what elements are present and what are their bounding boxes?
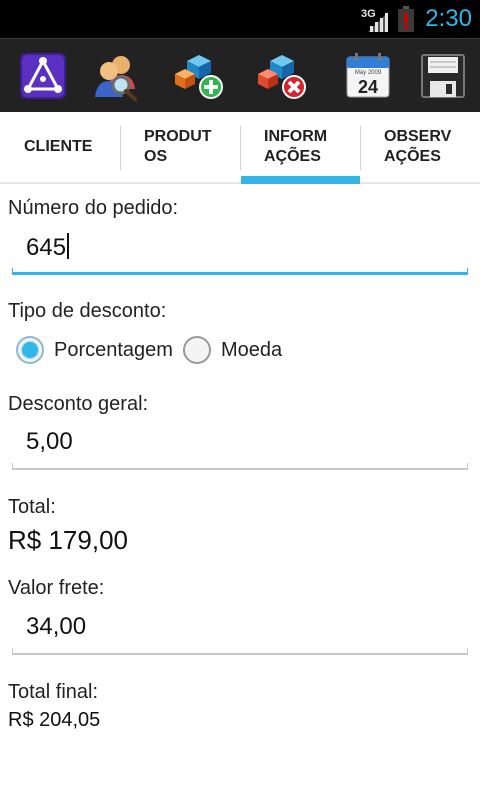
- input-underline: [12, 648, 468, 655]
- order-number-label: Número do pedido:: [8, 197, 179, 219]
- discount-type-label: Tipo de desconto:: [8, 300, 167, 322]
- percentage-radio-label[interactable]: Porcentagem: [54, 339, 173, 362]
- tab-label: CLIENTE: [24, 138, 93, 155]
- order-number-input[interactable]: 645: [12, 227, 468, 275]
- general-discount-input[interactable]: 5,00: [12, 422, 468, 470]
- percentage-radio[interactable]: [16, 336, 44, 364]
- calendar-month-text: May 2009: [355, 70, 382, 76]
- total-label: Total:: [8, 496, 56, 518]
- add-item-icon: [175, 55, 223, 99]
- total-value: R$ 179,00: [8, 525, 128, 555]
- tab-active-indicator: [241, 176, 360, 184]
- input-underline: [12, 268, 468, 275]
- tab-produtos[interactable]: PRODUT OS: [120, 112, 240, 182]
- add-product-button[interactable]: [173, 49, 227, 103]
- general-discount-label: Desconto geral:: [8, 393, 149, 415]
- clock: 2:30: [425, 5, 472, 32]
- tab-label: OBSERV AÇÕES: [384, 128, 452, 165]
- signal-icon: [368, 12, 388, 32]
- general-discount-value: 5,00: [26, 428, 73, 455]
- calendar-icon: May 2009 24: [346, 53, 390, 98]
- freight-value: 34,00: [26, 613, 87, 640]
- remove-product-button[interactable]: [256, 49, 310, 103]
- tab-label: INFORM AÇÕES: [264, 128, 328, 165]
- tab-cliente[interactable]: CLIENTE: [0, 112, 120, 182]
- calendar-day-text: 24: [358, 77, 378, 97]
- final-total-value: R$ 204,05: [8, 709, 101, 731]
- radio-dot: [22, 342, 38, 358]
- tab-label: PRODUT OS: [144, 128, 212, 165]
- save-icon: [421, 54, 465, 98]
- freight-input[interactable]: 34,00: [12, 607, 468, 655]
- tab-bar: CLIENTE PRODUT OS INFORM AÇÕES OBSERV AÇ…: [0, 112, 480, 184]
- currency-radio-label[interactable]: Moeda: [221, 339, 282, 362]
- action-bar: May 2009 24: [0, 38, 480, 112]
- calendar-button[interactable]: May 2009 24: [341, 49, 395, 103]
- freight-label: Valor frete:: [8, 577, 105, 599]
- discount-type-radio-group: Porcentagem Moeda: [16, 334, 292, 366]
- battery-alert-icon: [398, 6, 414, 32]
- currency-radio[interactable]: [182, 336, 211, 364]
- order-number-value: 645: [26, 234, 67, 261]
- save-button[interactable]: [416, 49, 470, 103]
- search-client-button[interactable]: [89, 49, 143, 103]
- final-total-label: Total final:: [8, 681, 99, 703]
- app-logo-button[interactable]: [16, 49, 70, 103]
- remove-item-icon: [258, 55, 306, 99]
- app-logo-icon: [20, 53, 66, 99]
- tab-observacoes[interactable]: OBSERV AÇÕES: [360, 112, 480, 182]
- status-bar: 3G 2:30: [0, 0, 480, 38]
- tab-informacoes[interactable]: INFORM AÇÕES: [240, 112, 360, 184]
- client-search-icon: [95, 56, 137, 101]
- text-cursor: [67, 233, 70, 259]
- input-underline: [12, 463, 468, 470]
